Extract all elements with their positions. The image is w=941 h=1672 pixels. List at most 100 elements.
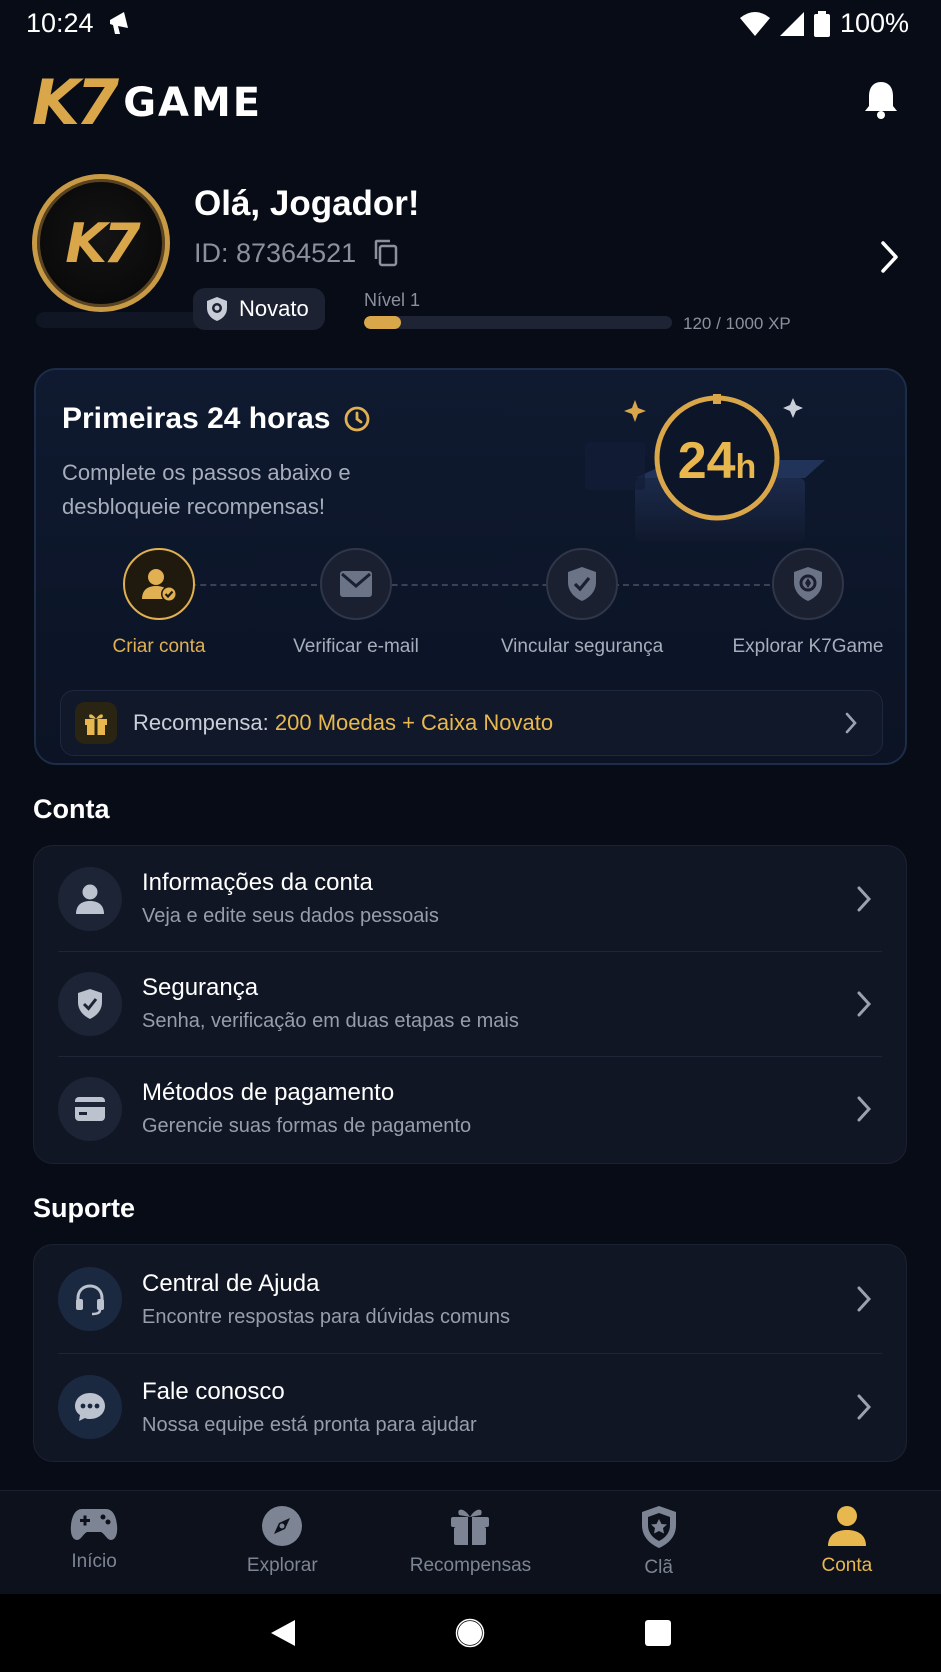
step-vincular-seguranca[interactable]: Vincular segurança xyxy=(482,548,682,658)
xp-progress-bar xyxy=(364,316,672,329)
step-circle xyxy=(123,548,195,620)
back-icon[interactable] xyxy=(269,1618,297,1648)
headset-icon xyxy=(58,1267,122,1331)
logo-k7: K7 xyxy=(32,66,119,139)
avatar[interactable]: K7 xyxy=(32,174,170,312)
copy-icon[interactable] xyxy=(373,239,399,267)
onboarding-description: Complete os passos abaixo e desbloqueie … xyxy=(62,460,351,519)
system-navigation-bar xyxy=(0,1594,941,1672)
chevron-right-icon xyxy=(857,886,872,911)
wifi-icon xyxy=(739,11,770,36)
row-title: Métodos de pagamento xyxy=(142,1079,395,1106)
home-icon[interactable] xyxy=(455,1618,485,1648)
step-label: Criar conta xyxy=(112,636,206,657)
badge-shield-icon xyxy=(207,297,227,321)
compass-icon xyxy=(262,1506,303,1546)
step-explorar-k7game[interactable]: Explorar K7Game xyxy=(708,548,905,658)
badge-label: Novato xyxy=(239,296,309,321)
user-check-icon xyxy=(142,569,177,602)
payment-methods-row[interactable]: Métodos de pagamento Gerencie suas forma… xyxy=(34,1056,906,1161)
row-title: Segurança xyxy=(142,974,259,1001)
card-icon xyxy=(58,1076,122,1141)
24h-illustration: 24h xyxy=(575,390,865,550)
bottom-navigation: Início Explorar Recompensas Clã Conta xyxy=(0,1490,941,1594)
notification-icon xyxy=(106,10,134,36)
chat-icon xyxy=(58,1375,122,1439)
help-center-row[interactable]: Central de Ajuda Encontre respostas para… xyxy=(34,1245,906,1353)
chevron-right-icon xyxy=(857,1394,872,1420)
status-indicators: 100% xyxy=(739,8,909,39)
notifications-bell-icon[interactable] xyxy=(863,80,899,120)
row-subtitle: Senha, verificação em duas etapas e mais xyxy=(142,1010,519,1032)
nav-label: Explorar xyxy=(246,1555,318,1576)
clan-shield-icon xyxy=(641,1506,676,1548)
nav-conta[interactable]: Conta xyxy=(753,1491,941,1594)
nav-label: Clã xyxy=(644,1557,673,1578)
xp-text: 120 / 1000 XP xyxy=(683,314,791,333)
battery-icon xyxy=(813,10,830,37)
reward-text: Recompensa: 200 Moedas + Caixa Novato xyxy=(133,710,553,736)
chevron-right-icon xyxy=(857,1286,872,1312)
onboarding-title-row: Primeiras 24 horas xyxy=(62,402,371,436)
shield-check-icon xyxy=(568,567,596,601)
step-label: Explorar K7Game xyxy=(732,636,884,657)
signal-icon xyxy=(779,11,804,36)
xp-progress-fill xyxy=(364,316,401,329)
mail-icon xyxy=(340,571,372,597)
account-section-title: Conta xyxy=(33,794,110,824)
status-time: 10:24 xyxy=(26,8,94,38)
nav-label: Conta xyxy=(821,1555,873,1576)
rank-badge: Novato xyxy=(193,288,325,330)
step-label: Verificar e-mail xyxy=(293,636,419,657)
step-circle xyxy=(320,548,392,620)
person-icon xyxy=(827,1506,866,1546)
row-subtitle: Encontre respostas para dúvidas comuns xyxy=(142,1305,510,1328)
reward-chevron-icon xyxy=(845,712,857,734)
shield-compass-icon xyxy=(794,567,822,601)
logo-game: GAME xyxy=(123,80,263,126)
avatar-logo: K7 xyxy=(65,211,140,275)
nav-label: Recompensas xyxy=(409,1555,532,1576)
nav-explorar[interactable]: Explorar xyxy=(188,1491,376,1594)
support-list: Central de Ajuda Encontre respostas para… xyxy=(33,1244,907,1462)
contact-us-row[interactable]: Fale conosco Nossa equipe está pronta pa… xyxy=(34,1353,906,1461)
gamepad-icon xyxy=(70,1509,118,1540)
step-criar-conta[interactable]: Criar conta xyxy=(59,548,259,658)
step-verificar-email[interactable]: Verificar e-mail xyxy=(256,548,456,658)
step-circle xyxy=(772,548,844,620)
row-title: Fale conosco xyxy=(142,1377,285,1405)
account-list: Informações da conta Veja e edite seus d… xyxy=(33,845,907,1164)
gift-icon xyxy=(451,1509,490,1545)
row-subtitle: Veja e edite seus dados pessoais xyxy=(142,905,439,927)
chevron-right-icon xyxy=(857,991,872,1016)
nav-cla[interactable]: Clã xyxy=(565,1491,753,1594)
clock-icon xyxy=(344,406,369,432)
onboarding-card: Primeiras 24 horas Complete os passos ab… xyxy=(34,368,907,765)
shield-icon xyxy=(58,971,122,1036)
battery-level: 100% xyxy=(839,8,909,38)
user-icon xyxy=(58,866,122,931)
recents-icon[interactable] xyxy=(644,1619,672,1647)
nav-inicio[interactable]: Início xyxy=(0,1491,188,1594)
account-info-row[interactable]: Informações da conta Veja e edite seus d… xyxy=(34,846,906,951)
user-id: ID: 87364521 xyxy=(194,238,357,268)
chevron-right-icon xyxy=(857,1096,872,1121)
support-section-title: Suporte xyxy=(33,1193,136,1223)
row-subtitle: Gerencie suas formas de pagamento xyxy=(142,1115,472,1137)
nav-label: Início xyxy=(71,1551,117,1572)
reward-value: 200 Moedas + Caixa Novato xyxy=(274,710,554,735)
row-subtitle: Nossa equipe está pronta para ajudar xyxy=(142,1413,477,1436)
gift-icon xyxy=(75,702,117,744)
profile-chevron-icon[interactable] xyxy=(879,240,899,274)
row-title: Central de Ajuda xyxy=(142,1269,320,1297)
reward-bar[interactable]: Recompensa: 200 Moedas + Caixa Novato xyxy=(60,690,883,756)
k7game-logo: K7 GAME xyxy=(32,72,262,134)
step-circle xyxy=(546,548,618,620)
row-title: Informações da conta xyxy=(142,869,373,896)
level-label: Nível 1 xyxy=(364,290,421,310)
greeting: Olá, Jogador! xyxy=(194,184,420,223)
nav-recompensas[interactable]: Recompensas xyxy=(376,1491,564,1594)
reward-prefix: Recompensa: xyxy=(133,710,269,735)
onboarding-title: Primeiras 24 horas xyxy=(62,402,331,435)
security-row[interactable]: Segurança Senha, verificação em duas eta… xyxy=(34,951,906,1056)
